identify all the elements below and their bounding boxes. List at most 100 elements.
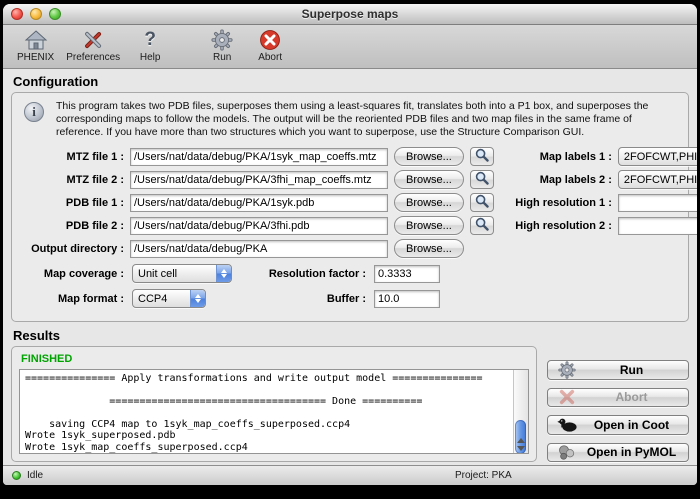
project-label: Project: PKA	[455, 470, 512, 481]
configuration-heading: Configuration	[13, 74, 689, 89]
mtz-file-2-browse-button[interactable]: Browse...	[394, 170, 464, 189]
main-content: Configuration i This program takes two P…	[3, 69, 697, 465]
toolbar-help-button[interactable]: ? Help	[126, 27, 174, 65]
mtz-file-2-input[interactable]	[130, 171, 388, 189]
map-format-row: Map format : CCP4 Buffer :	[22, 289, 678, 309]
preferences-tools-icon	[81, 28, 105, 52]
abort-icon	[259, 28, 281, 52]
results-actions: Run Abort Open in Coot Open in PyMOL	[547, 346, 689, 462]
open-in-pymol-label: Open in PyMOL	[584, 445, 679, 459]
map-labels-2-value: 2FOFCWT,PHI2FOF...	[619, 174, 697, 186]
program-description-text: This program takes two PDB files, superp…	[56, 100, 676, 140]
coot-bird-icon	[557, 416, 577, 433]
map-format-select[interactable]: CCP4	[132, 289, 206, 308]
output-directory-browse-button[interactable]: Browse...	[394, 239, 464, 258]
map-format-label: Map format :	[22, 293, 124, 305]
run-button-label: Run	[584, 363, 679, 377]
window-title: Superpose maps	[3, 7, 697, 21]
scrollbar-arrows-icon[interactable]	[514, 438, 528, 451]
results-panel: FINISHED =============== Apply transform…	[11, 346, 537, 462]
map-labels-2-select[interactable]: 2FOFCWT,PHI2FOF...	[618, 170, 697, 189]
map-coverage-label: Map coverage :	[22, 268, 124, 280]
magnifier-icon	[475, 217, 489, 234]
mtz-file-1-row: MTZ file 1 : Browse... Map labels 1 : 2F…	[22, 147, 678, 167]
magnifier-icon	[475, 194, 489, 211]
resolution-factor-label: Resolution factor :	[248, 268, 366, 280]
gear-icon	[557, 361, 577, 379]
toolbar-abort-button[interactable]: Abort	[246, 27, 294, 65]
open-in-coot-button[interactable]: Open in Coot	[547, 415, 689, 434]
pdb-file-1-input[interactable]	[130, 194, 388, 212]
pdb-file-1-browse-button[interactable]: Browse...	[394, 193, 464, 212]
pdb-file-2-browse-button[interactable]: Browse...	[394, 216, 464, 235]
pymol-icon	[557, 444, 577, 461]
map-labels-2-label: Map labels 2 :	[500, 174, 612, 186]
map-coverage-value: Unit cell	[133, 268, 216, 280]
pdb-file-2-row: PDB file 2 : Browse... High resolution 2…	[22, 216, 678, 236]
status-bar: Idle Project: PKA	[3, 465, 697, 485]
toolbar-run-label: Run	[213, 52, 231, 63]
map-coverage-select[interactable]: Unit cell	[132, 264, 232, 283]
toolbar: PHENIX Preferences ? Help Run Abort	[3, 25, 697, 69]
mtz-file-2-label: MTZ file 2 :	[22, 174, 124, 186]
run-button[interactable]: Run	[547, 360, 689, 380]
pdb-file-2-input[interactable]	[130, 217, 388, 235]
map-labels-1-value: 2FOFCWT,PHI2FOF...	[619, 151, 697, 163]
log-scrollbar[interactable]	[513, 370, 528, 453]
pdb-file-2-label: PDB file 2 :	[22, 220, 124, 232]
toolbar-phenix-label: PHENIX	[17, 52, 54, 63]
help-icon: ?	[144, 28, 156, 52]
high-resolution-1-label: High resolution 1 :	[500, 197, 612, 209]
status-text: Idle	[27, 470, 43, 481]
pdb-file-2-inspect-button[interactable]	[470, 216, 494, 235]
high-resolution-2-label: High resolution 2 :	[500, 220, 612, 232]
program-info-icon: i	[24, 102, 44, 122]
high-resolution-2-input[interactable]	[618, 217, 697, 235]
buffer-label: Buffer :	[248, 293, 366, 305]
output-directory-label: Output directory :	[22, 243, 124, 255]
output-directory-input[interactable]	[130, 240, 388, 258]
mtz-file-2-row: MTZ file 2 : Browse... Map labels 2 : 2F…	[22, 170, 678, 190]
toolbar-phenix-button[interactable]: PHENIX	[11, 27, 60, 65]
output-directory-row: Output directory : Browse...	[22, 239, 678, 259]
open-in-coot-label: Open in Coot	[584, 418, 679, 432]
job-status-text: FINISHED	[21, 353, 529, 365]
results-heading: Results	[13, 328, 689, 343]
mtz-file-1-input[interactable]	[130, 148, 388, 166]
results-section: FINISHED =============== Apply transform…	[11, 346, 689, 462]
buffer-input[interactable]	[374, 290, 440, 308]
configuration-panel: i This program takes two PDB files, supe…	[11, 92, 689, 322]
titlebar[interactable]: Superpose maps	[3, 4, 697, 25]
status-led-icon	[12, 471, 21, 480]
toolbar-help-label: Help	[140, 52, 161, 63]
mtz-file-1-label: MTZ file 1 :	[22, 151, 124, 163]
resolution-factor-input[interactable]	[374, 265, 440, 283]
popup-stepper-icon	[190, 290, 205, 307]
log-output: =============== Apply transformations an…	[25, 373, 508, 454]
map-coverage-row: Map coverage : Unit cell Resolution fact…	[22, 264, 678, 284]
pdb-file-1-label: PDB file 1 :	[22, 197, 124, 209]
popup-stepper-icon	[216, 265, 231, 282]
program-description: i This program takes two PDB files, supe…	[22, 100, 678, 140]
pdb-file-1-row: PDB file 1 : Browse... High resolution 1…	[22, 193, 678, 213]
magnifier-icon	[475, 171, 489, 188]
mtz-file-2-inspect-button[interactable]	[470, 170, 494, 189]
phenix-home-icon	[24, 28, 48, 52]
toolbar-preferences-button[interactable]: Preferences	[60, 27, 126, 65]
log-console[interactable]: =============== Apply transformations an…	[19, 369, 529, 454]
toolbar-abort-label: Abort	[258, 52, 282, 63]
abort-button-label: Abort	[584, 390, 679, 404]
high-resolution-1-input[interactable]	[618, 194, 697, 212]
map-labels-1-label: Map labels 1 :	[500, 151, 612, 163]
magnifier-icon	[475, 148, 489, 165]
toolbar-preferences-label: Preferences	[66, 52, 120, 63]
pdb-file-1-inspect-button[interactable]	[470, 193, 494, 212]
app-window: Superpose maps PHENIX Preferences ? Help…	[3, 4, 697, 485]
mtz-file-1-browse-button[interactable]: Browse...	[394, 147, 464, 166]
red-x-icon	[557, 389, 577, 405]
toolbar-run-button[interactable]: Run	[198, 27, 246, 65]
mtz-file-1-inspect-button[interactable]	[470, 147, 494, 166]
abort-button[interactable]: Abort	[547, 388, 689, 407]
open-in-pymol-button[interactable]: Open in PyMOL	[547, 443, 689, 462]
map-labels-1-select[interactable]: 2FOFCWT,PHI2FOF...	[618, 147, 697, 166]
